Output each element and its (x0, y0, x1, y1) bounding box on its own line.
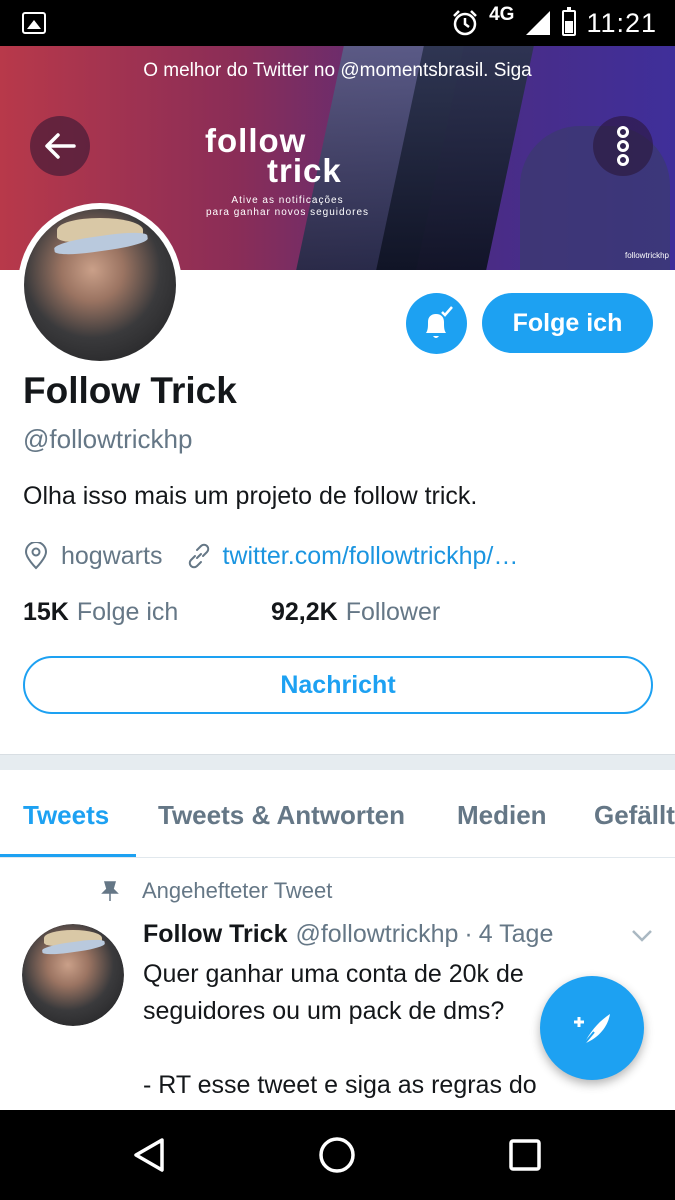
profile-location: hogwarts (61, 541, 163, 570)
compose-tweet-button[interactable] (540, 976, 644, 1080)
image-notification-icon (22, 12, 46, 34)
message-button[interactable]: Nachricht (23, 656, 653, 714)
notifications-button[interactable] (406, 293, 467, 354)
banner-promo-text: O melhor do Twitter no @momentsbrasil. S… (143, 60, 532, 81)
pinned-tweet-label: Angehefteter Tweet (100, 878, 332, 904)
following-stat[interactable]: 15K Folge ich (23, 598, 178, 627)
nav-home-icon[interactable] (318, 1136, 356, 1174)
nav-recents-icon[interactable] (508, 1138, 542, 1172)
tab-likes[interactable]: Gefällt (594, 800, 675, 831)
tweet-avatar-image (22, 924, 124, 1026)
banner-watermark: followtrickhp (624, 251, 669, 260)
network-type: 4G (489, 4, 515, 25)
tweet-text-line: - RT esse tweet e siga as regras do (143, 1071, 537, 1099)
more-options-button[interactable] (593, 116, 653, 176)
tweet-author-name[interactable]: Follow Trick (143, 920, 287, 949)
pinned-tweet-text: Angehefteter Tweet (142, 878, 333, 903)
battery-icon (562, 7, 577, 36)
clock: 11:21 (586, 7, 657, 38)
following-label: Folge ich (76, 598, 179, 626)
compose-feather-icon (574, 1014, 610, 1045)
followers-count: 92,2K (271, 598, 338, 626)
tweet-text-line: seguidores ou um pack de dms? (143, 997, 505, 1025)
location-pin-icon (24, 542, 48, 570)
profile-stats: 15K Folge ich 92,2K Follower (23, 598, 440, 627)
profile-avatar[interactable] (18, 203, 182, 367)
more-vertical-icon (617, 126, 629, 166)
active-tab-indicator (0, 854, 136, 857)
tweet-separator: · (464, 920, 473, 948)
tweet-author-handle[interactable]: @followtrickhp (295, 920, 458, 949)
back-button[interactable] (30, 116, 90, 176)
link-icon (189, 543, 210, 569)
follow-button[interactable]: Folge ich (482, 293, 653, 353)
tab-media[interactable]: Medien (457, 800, 547, 831)
tweet-timestamp: 4 Tage (478, 920, 554, 948)
followers-label: Follower (345, 598, 441, 626)
tweet-header: Follow Trick @followtrickhp · 4 Tage (143, 920, 553, 949)
pin-icon (101, 881, 119, 901)
tweet-text[interactable]: Quer ganhar uma conta de 20k de seguidor… (143, 956, 583, 1104)
arrow-left-icon (45, 133, 76, 159)
status-bar: 4G 11:21 (0, 0, 675, 46)
following-count: 15K (23, 598, 69, 626)
tweet-text-line (143, 1030, 583, 1067)
chevron-down-icon[interactable] (630, 928, 654, 944)
followers-stat[interactable]: 92,2K Follower (271, 598, 440, 627)
profile-meta: hogwarts twitter.com/followtrickhp/… (23, 538, 518, 574)
nav-back-icon[interactable] (132, 1136, 168, 1174)
status-bar-right: 4G 11:21 (451, 4, 657, 40)
android-nav-bar (0, 1110, 675, 1200)
tab-tweets[interactable]: Tweets (23, 800, 109, 831)
tweet-text-line: Quer ganhar uma conta de 20k de (143, 960, 524, 988)
tab-tweets-and-replies[interactable]: Tweets & Antworten (158, 800, 405, 831)
alarm-icon (453, 10, 477, 36)
profile-name: Follow Trick (23, 370, 237, 411)
banner-logo: follow trick (205, 124, 342, 189)
profile-website-link[interactable]: twitter.com/followtrickhp/… (222, 542, 518, 571)
banner-tagline: Ative as notificações para ganhar novos … (200, 195, 375, 219)
signal-icon (526, 11, 551, 35)
avatar-image (24, 209, 176, 361)
profile-bio: Olha isso mais um projeto de follow tric… (23, 482, 478, 510)
banner-tagline-line2: para ganhar novos seguidores (205, 207, 370, 218)
profile-tabs: Tweets Tweets & Antworten Medien Gefällt (0, 770, 675, 858)
banner-logo-line2: trick (267, 152, 342, 189)
profile-handle: @followtrickhp (23, 424, 193, 454)
bell-check-icon (425, 305, 453, 338)
tweet-avatar[interactable] (22, 924, 124, 1026)
banner-tagline-line1: Ative as notificações (231, 195, 344, 206)
section-divider (0, 754, 675, 770)
